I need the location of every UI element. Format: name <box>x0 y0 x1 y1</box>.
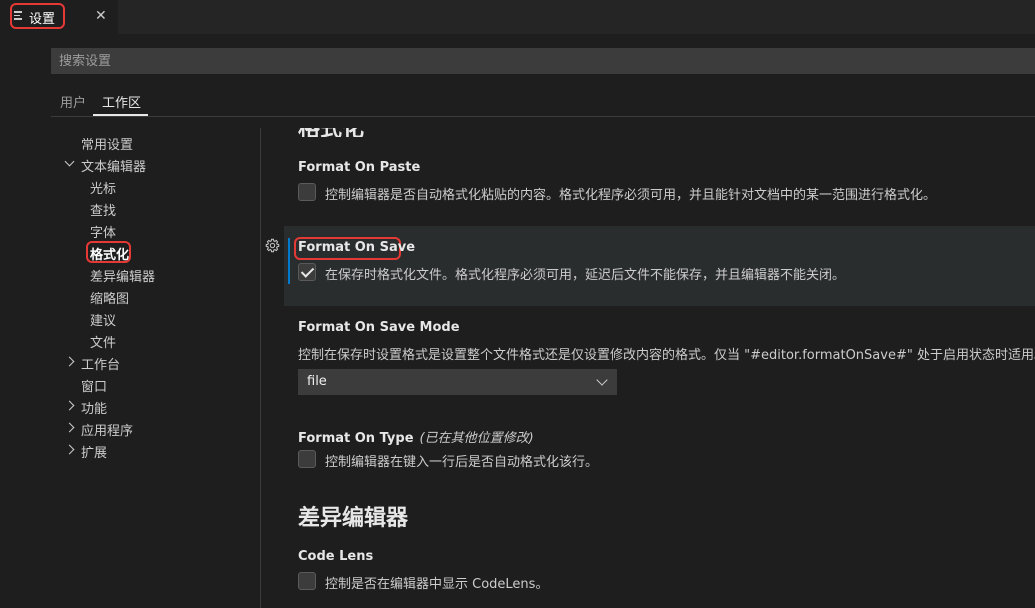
toc-item-minimap[interactable]: 缩略图 <box>90 288 129 307</box>
setting-desc-code-lens: 控制是否在编辑器中显示 CodeLens。 <box>325 577 549 592</box>
tabs-divider <box>51 116 1035 117</box>
toc-item-extensions[interactable]: 扩展 <box>81 442 107 461</box>
toc-item-files[interactable]: 文件 <box>90 332 116 351</box>
setting-title-format-on-save-mode: Format On Save Mode <box>298 320 460 335</box>
setting-desc-format-on-save: 在保存时格式化文件。格式化程序必须可用，延迟后文件不能保存，并且编辑器不能关闭。 <box>325 268 846 283</box>
format-on-save-checkbox[interactable] <box>298 263 316 281</box>
format-on-paste-checkbox[interactable] <box>298 183 316 201</box>
toc-item-application[interactable]: 应用程序 <box>81 420 133 439</box>
chevron-right-icon[interactable] <box>64 400 75 411</box>
toc-item-font[interactable]: 字体 <box>90 222 116 241</box>
code-lens-checkbox[interactable] <box>298 572 316 590</box>
toc-item-formatting[interactable]: 格式化 <box>90 244 129 263</box>
format-on-type-checkbox[interactable] <box>298 450 316 468</box>
setting-title-text: Format On Type <box>298 431 414 446</box>
select-value: file <box>307 374 327 389</box>
section-heading-clip: 格式化 <box>298 128 498 137</box>
search-settings-input[interactable] <box>51 48 1035 74</box>
toc-item-text-editor[interactable]: 文本编辑器 <box>81 156 146 175</box>
setting-title-code-lens: Code Lens <box>298 549 374 564</box>
chevron-down-icon[interactable] <box>64 156 75 167</box>
gear-icon[interactable] <box>265 238 280 253</box>
setting-title-format-on-type: Format On Type (已在其他位置修改) <box>298 427 534 446</box>
toc-item-suggestions[interactable]: 建议 <box>90 310 116 329</box>
tab-title: 设置 <box>29 12 56 27</box>
toc-item-common[interactable]: 常用设置 <box>81 134 133 153</box>
pane-divider <box>260 128 261 608</box>
check-icon <box>300 264 315 278</box>
editor-tab-bar: 设置 ✕ <box>0 0 1035 34</box>
format-on-save-mode-select[interactable]: file <box>298 369 617 395</box>
modified-elsewhere-note[interactable]: (已在其他位置修改) <box>420 431 534 446</box>
tab-user[interactable]: 用户 <box>60 92 86 111</box>
toc-item-find[interactable]: 查找 <box>90 200 116 219</box>
settings-tab[interactable]: 设置 ✕ <box>0 0 118 34</box>
setting-desc-format-on-paste: 控制编辑器是否自动格式化粘贴的内容。格式化程序必须可用，并且能针对文档中的某一范… <box>325 188 937 203</box>
focus-indicator <box>288 238 290 284</box>
setting-desc-format-on-type: 控制编辑器在键入一行后是否自动格式化该行。 <box>325 455 599 470</box>
close-icon[interactable]: ✕ <box>95 8 107 24</box>
tab-workspace[interactable]: 工作区 <box>102 92 141 111</box>
toc-item-features[interactable]: 功能 <box>81 398 107 417</box>
settings-list-icon <box>14 11 24 21</box>
section-heading-formatting: 格式化 <box>298 128 364 137</box>
toc-item-cursor[interactable]: 光标 <box>90 178 116 197</box>
chevron-right-icon[interactable] <box>64 356 75 367</box>
chevron-right-icon[interactable] <box>64 422 75 433</box>
toc-item-workbench[interactable]: 工作台 <box>81 354 120 373</box>
chevron-right-icon[interactable] <box>64 444 75 455</box>
setting-title-format-on-paste: Format On Paste <box>298 160 421 175</box>
chevron-down-icon <box>596 374 608 386</box>
toc-item-diff-editor[interactable]: 差异编辑器 <box>90 266 155 285</box>
setting-title-format-on-save: Format On Save <box>298 240 416 255</box>
toc-item-window[interactable]: 窗口 <box>81 376 107 395</box>
section-heading-diff-editor: 差异编辑器 <box>298 506 409 531</box>
setting-desc-format-on-save-mode: 控制在保存时设置格式是设置整个文件格式还是仅设置修改内容的格式。仅当 "#edi… <box>298 348 1035 363</box>
